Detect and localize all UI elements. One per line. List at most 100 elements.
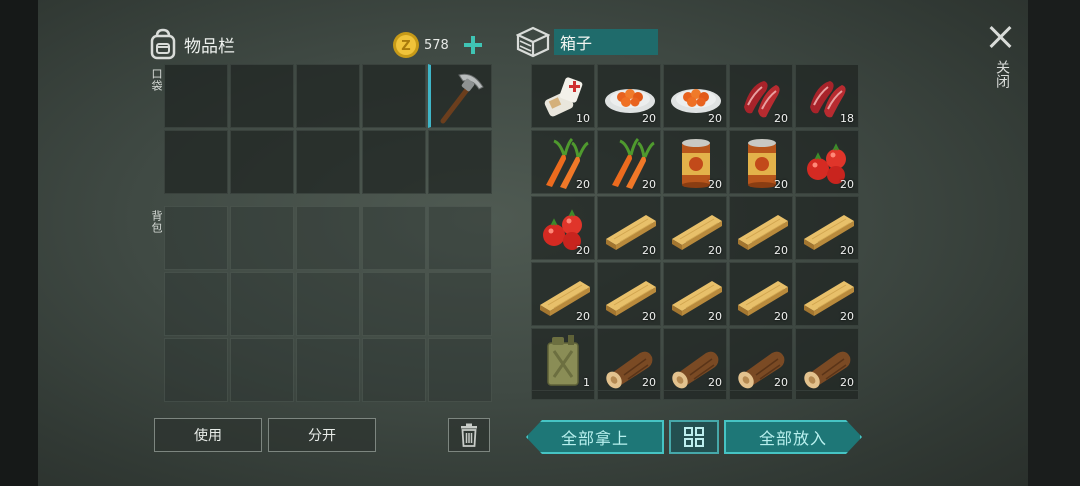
backpack-slot[interactable] bbox=[230, 338, 294, 402]
item-count: 1 bbox=[583, 376, 590, 389]
item-count: 20 bbox=[708, 310, 722, 323]
box-slot-partial bbox=[795, 390, 859, 400]
box-slot-canned-food[interactable]: 20 bbox=[663, 130, 727, 194]
pocket-grid bbox=[164, 64, 492, 194]
box-slot-jerry-can[interactable]: 1 bbox=[531, 328, 595, 392]
box-slot-log[interactable]: 20 bbox=[795, 328, 859, 392]
box-slot-tomato[interactable]: 20 bbox=[795, 130, 859, 194]
put-all-button[interactable]: 全部放入 bbox=[724, 420, 862, 454]
box-slot-log[interactable]: 20 bbox=[729, 328, 793, 392]
add-coins-button[interactable] bbox=[461, 33, 485, 57]
close-label: 关闭 bbox=[994, 60, 1010, 88]
box-name-field[interactable]: 箱子 bbox=[554, 29, 658, 55]
box-slot-plank[interactable]: 20 bbox=[663, 196, 727, 260]
box-slot-bandage[interactable]: 10 bbox=[531, 64, 595, 128]
pocket-slot[interactable] bbox=[296, 130, 360, 194]
box-slot-partial bbox=[663, 390, 727, 400]
trash-icon bbox=[461, 423, 477, 447]
item-count: 20 bbox=[642, 178, 656, 191]
backpack-grid bbox=[164, 206, 492, 402]
box-slot-log[interactable]: 20 bbox=[663, 328, 727, 392]
backpack-slot[interactable] bbox=[230, 272, 294, 336]
box-slot-tomato[interactable]: 20 bbox=[531, 196, 595, 260]
pocket-slot[interactable] bbox=[164, 130, 228, 194]
item-count: 20 bbox=[774, 178, 788, 191]
pocket-slot[interactable] bbox=[164, 64, 228, 128]
box-slot-plank[interactable]: 20 bbox=[531, 262, 595, 326]
close-icon[interactable] bbox=[985, 22, 1015, 52]
use-button[interactable]: 使用 bbox=[154, 418, 262, 452]
discard-button[interactable] bbox=[448, 418, 490, 452]
backpack-slot[interactable] bbox=[428, 272, 492, 336]
item-count: 20 bbox=[774, 310, 788, 323]
pocket-slot[interactable] bbox=[428, 130, 492, 194]
backpack-slot[interactable] bbox=[164, 272, 228, 336]
gold-coin-icon: Z bbox=[393, 32, 419, 58]
box-slot-raw-meat[interactable]: 20 bbox=[729, 64, 793, 128]
item-count: 18 bbox=[840, 112, 854, 125]
backpack-slot[interactable] bbox=[362, 272, 426, 336]
svg-text:Z: Z bbox=[401, 39, 410, 54]
box-grid-overflow-row bbox=[531, 390, 859, 400]
item-count: 20 bbox=[642, 112, 656, 125]
item-count: 20 bbox=[840, 178, 854, 191]
box-slot-carrot[interactable]: 20 bbox=[597, 130, 661, 194]
item-count: 20 bbox=[708, 244, 722, 257]
box-slot-carrot[interactable]: 20 bbox=[531, 130, 595, 194]
box-slot-carrot-dish[interactable]: 20 bbox=[663, 64, 727, 128]
sort-button[interactable] bbox=[669, 420, 719, 454]
backpack-slot[interactable] bbox=[428, 206, 492, 270]
item-count: 20 bbox=[576, 310, 590, 323]
backpack-slot[interactable] bbox=[362, 338, 426, 402]
backpack-slot[interactable] bbox=[362, 206, 426, 270]
item-count: 20 bbox=[708, 178, 722, 191]
inventory-title: 物品栏 bbox=[184, 36, 235, 57]
box-slot-plank[interactable]: 20 bbox=[597, 196, 661, 260]
box-slot-plank[interactable]: 20 bbox=[729, 262, 793, 326]
left-letterbox bbox=[0, 0, 38, 486]
pocket-label: 口袋 bbox=[150, 68, 163, 92]
pocket-slot-pickaxe[interactable] bbox=[428, 64, 492, 128]
inventory-header: 物品栏 bbox=[148, 26, 235, 62]
backpack-slot[interactable] bbox=[164, 206, 228, 270]
box-slot-plank[interactable]: 20 bbox=[795, 196, 859, 260]
coin-counter: Z 578 bbox=[392, 30, 485, 60]
box-slot-carrot-dish[interactable]: 20 bbox=[597, 64, 661, 128]
close-control[interactable]: 关闭 bbox=[985, 22, 1017, 88]
item-count: 20 bbox=[840, 376, 854, 389]
box-slot-plank[interactable]: 20 bbox=[729, 196, 793, 260]
backpack-slot[interactable] bbox=[428, 338, 492, 402]
split-button[interactable]: 分开 bbox=[268, 418, 376, 452]
item-count: 20 bbox=[774, 112, 788, 125]
box-slot-log[interactable]: 20 bbox=[597, 328, 661, 392]
backpack-slot[interactable] bbox=[296, 272, 360, 336]
box-name: 箱子 bbox=[560, 34, 593, 53]
backpack-label: 背包 bbox=[150, 210, 163, 234]
item-count: 20 bbox=[774, 376, 788, 389]
box-header: 箱子 bbox=[516, 26, 658, 58]
pocket-slot[interactable] bbox=[230, 64, 294, 128]
box-slot-plank[interactable]: 20 bbox=[663, 262, 727, 326]
item-count: 20 bbox=[774, 244, 788, 257]
pocket-slot[interactable] bbox=[230, 130, 294, 194]
item-count: 20 bbox=[576, 244, 590, 257]
pocket-slot[interactable] bbox=[362, 64, 426, 128]
item-count: 20 bbox=[708, 112, 722, 125]
box-slot-raw-meat[interactable]: 18 bbox=[795, 64, 859, 128]
backpack-slot[interactable] bbox=[230, 206, 294, 270]
pocket-slot[interactable] bbox=[296, 64, 360, 128]
box-slot-canned-food[interactable]: 20 bbox=[729, 130, 793, 194]
take-all-button[interactable]: 全部拿上 bbox=[526, 420, 664, 454]
backpack-slot[interactable] bbox=[296, 206, 360, 270]
grid-sort-icon bbox=[684, 427, 704, 447]
item-count: 20 bbox=[840, 244, 854, 257]
item-count: 20 bbox=[576, 178, 590, 191]
item-count: 20 bbox=[642, 310, 656, 323]
backpack-slot[interactable] bbox=[296, 338, 360, 402]
box-slot-plank[interactable]: 20 bbox=[597, 262, 661, 326]
backpack-slot[interactable] bbox=[164, 338, 228, 402]
coin-value: 578 bbox=[424, 37, 449, 53]
box-slot-plank[interactable]: 20 bbox=[795, 262, 859, 326]
pocket-slot[interactable] bbox=[362, 130, 426, 194]
item-count: 10 bbox=[576, 112, 590, 125]
